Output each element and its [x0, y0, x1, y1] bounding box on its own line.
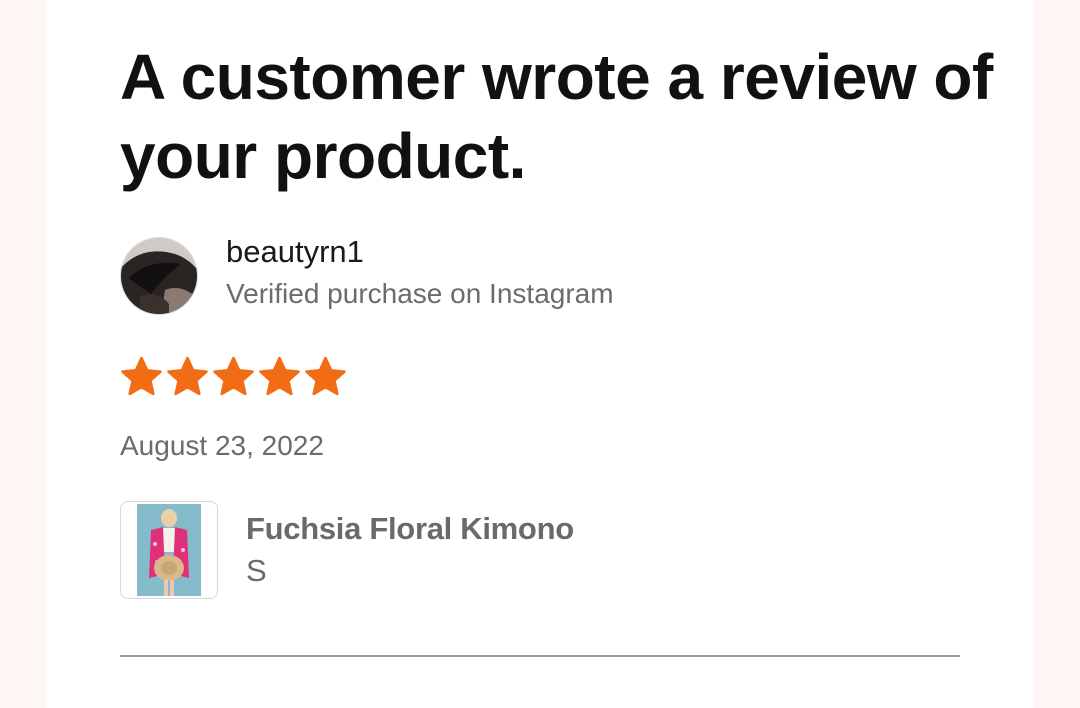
divider: [120, 655, 960, 657]
star-icon: [212, 356, 255, 396]
user-avatar-photo-icon: [120, 237, 198, 315]
product-row: Fuchsia Floral Kimono S: [120, 501, 574, 599]
star-icon: [304, 356, 347, 396]
reviewer-block: beautyrn1 Verified purchase on Instagram: [120, 234, 614, 316]
reviewer-username: beautyrn1: [226, 234, 364, 269]
product-variant: S: [246, 553, 267, 588]
star-icon: [258, 356, 301, 396]
product-name: Fuchsia Floral Kimono: [246, 511, 574, 546]
star-icon: [120, 356, 163, 396]
review-date: August 23, 2022: [120, 430, 324, 461]
star-icon: [166, 356, 209, 396]
verified-purchase-label: Verified purchase on Instagram: [226, 278, 614, 309]
review-notification-card: A customer wrote a review of your produc…: [46, 0, 1034, 708]
headline: A customer wrote a review of your produc…: [120, 41, 993, 192]
product-photo-icon: [120, 501, 218, 599]
star-rating: [120, 356, 347, 396]
